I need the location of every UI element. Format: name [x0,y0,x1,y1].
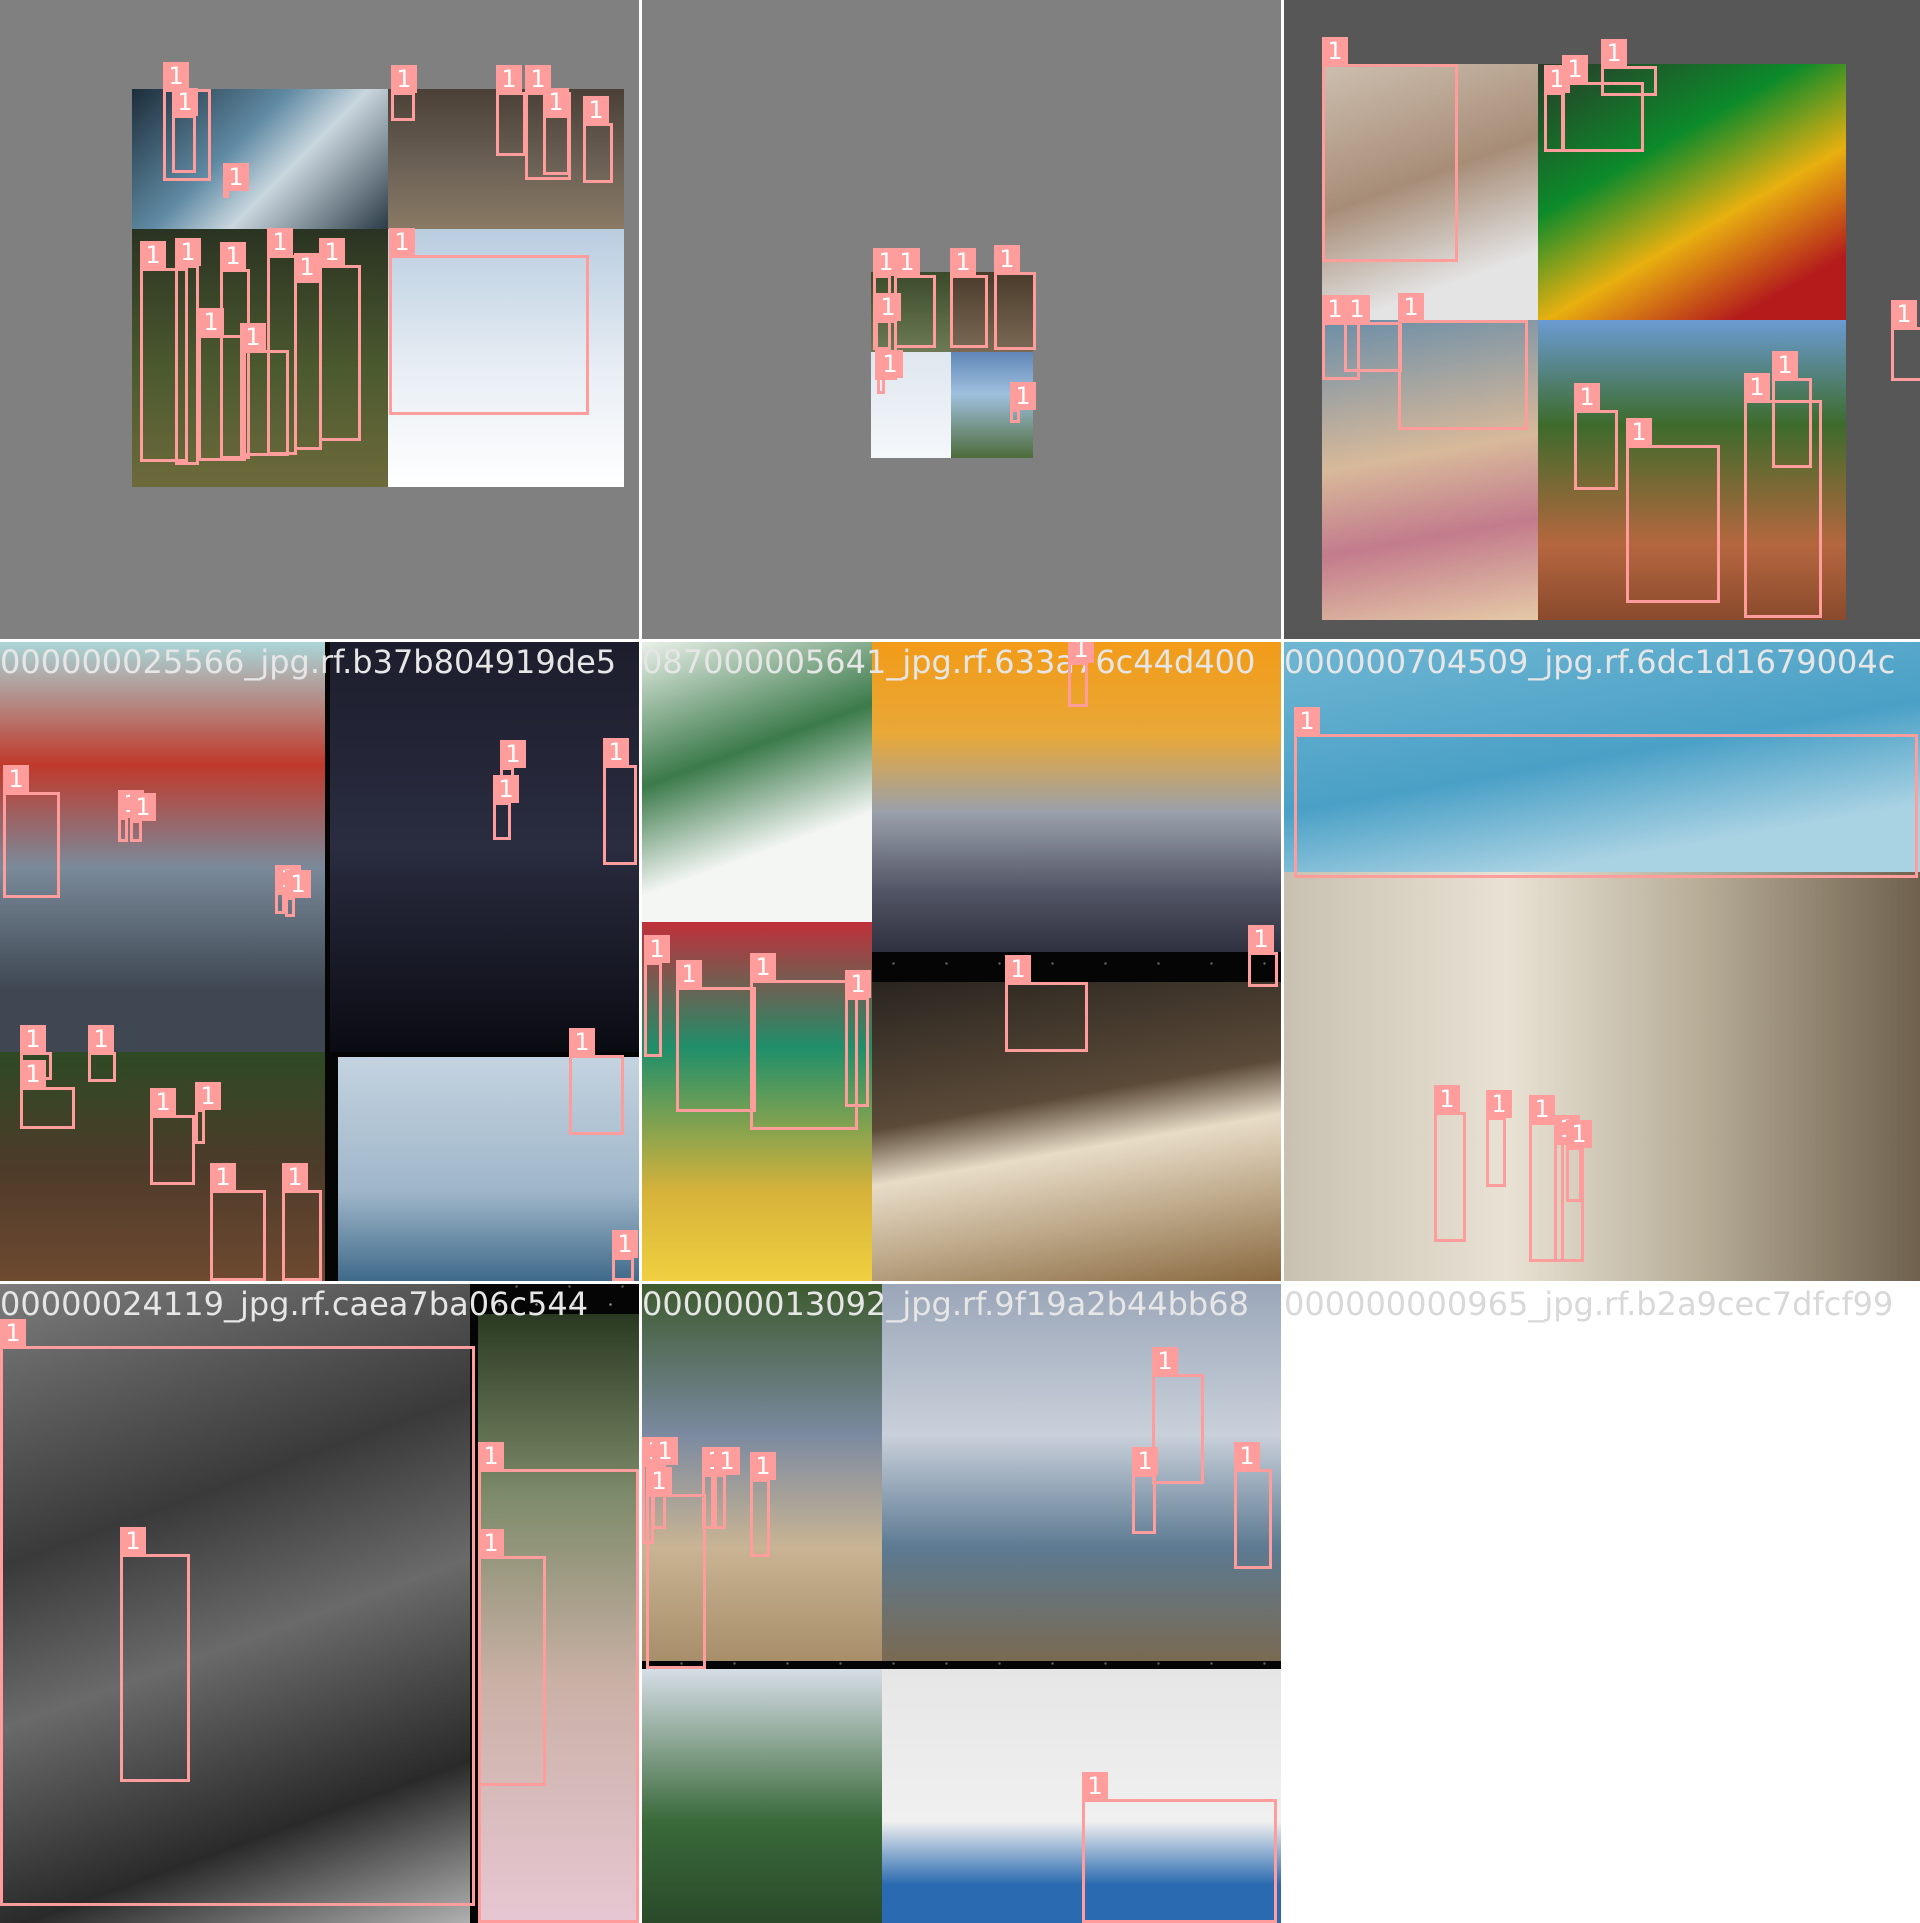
person-bbox: 1 [1544,65,1570,152]
tile-filename: 00000024119_jpg.rf.caea7ba06c544 [0,1285,589,1323]
tile-filename: 000000704509_jpg.rf.6dc1d1679004c [1284,643,1896,681]
person-bbox: 1 [175,238,201,465]
person-bbox: 1 [210,1163,266,1281]
tile-5: 087000005641_jpg.rf.633a76c44d400 1 1 1 … [642,642,1281,1281]
person-bbox: 1 [543,88,570,175]
person-bbox: 1 [118,790,144,842]
person-bbox: 1 [1891,300,1920,381]
person-bbox: 1 [646,1467,706,1669]
person-bbox: 1 [1344,295,1402,372]
tile-filename: 000000013092_jpg.rf.9f19a2b44bb68 [642,1285,1249,1323]
person-bbox: 1 [1068,642,1094,707]
person-bbox: 1 [150,1088,195,1185]
person-bbox: 1 [389,228,589,415]
mosaic-grid: { "tiles": [ {"id":"t1","name":""}, {"id… [0,0,1920,1923]
person-bbox: 1 [644,935,670,1057]
tile-3: 1 1 1 1 1 1 1 1 1 1 1 1 [1284,0,1920,639]
person-bbox: 1 [1601,39,1657,96]
person-bbox: 1 [285,870,311,917]
person-bbox: 1 [240,323,289,456]
person-bbox: 1 [195,1082,221,1144]
person-bbox: 1 [1234,1442,1272,1569]
tile-7: 00000024119_jpg.rf.caea7ba06c544 1 1 1 1 [0,1284,639,1923]
person-bbox: 1 [1398,293,1528,430]
person-bbox: 1 [950,248,988,348]
person-bbox: 1 [1132,1447,1158,1534]
person-bbox: 1 [88,1025,116,1082]
person-bbox: 1 [3,765,60,898]
person-bbox: 1 [275,865,301,914]
person-bbox: 1 [1152,1347,1204,1484]
person-bbox: 1 [20,1060,75,1129]
person-bbox: 1 [1248,925,1278,987]
person-bbox: 1 [1005,955,1088,1052]
photo-sailboat [882,1284,1281,1661]
person-bbox: 1 [391,65,417,121]
person-bbox: 1 [1626,418,1720,603]
person-bbox: 1 [877,350,903,394]
person-bbox: 1 [1574,383,1618,490]
tile-filename: 087000005641_jpg.rf.633a76c44d400 [642,643,1256,681]
person-bbox: 1 [569,1028,624,1135]
photo-green-wave [642,642,872,922]
person-bbox: 1 [282,1163,322,1281]
person-bbox: 1 [493,775,519,840]
person-bbox: 1 [750,953,858,1130]
person-bbox: 1 [1294,707,1918,878]
photo-tunnel [330,642,639,1052]
grid-divider [639,0,642,1920]
person-bbox: 1 [172,88,198,173]
person-bbox: 1 [750,1452,776,1557]
person-bbox: 1 [130,793,156,842]
person-bbox: 1 [1772,351,1812,468]
tile-9: 000000000965_jpg.rf.b2a9cec7dfcf99 [1284,1284,1920,1923]
tile-2: 1 1 1 1 1 1 1 [642,0,1281,639]
grid-divider [0,1281,1920,1284]
person-bbox: 1 [1486,1090,1512,1187]
person-bbox: 1 [845,970,871,1107]
grid-divider [1281,0,1284,1920]
tile-8: 000000013092_jpg.rf.9f19a2b44bb68 1 1 1 … [642,1284,1281,1923]
person-bbox: 1 [0,1319,475,1906]
tile-6: 000000704509_jpg.rf.6dc1d1679004c 1 1 1 … [1284,642,1920,1281]
person-bbox: 1 [1322,37,1458,262]
person-bbox: 1 [1434,1085,1466,1242]
person-bbox: 1 [583,96,613,183]
person-bbox: 1 [603,738,637,865]
photo-blurred-street [1284,872,1920,1281]
person-bbox: 1 [478,1529,546,1786]
photo-trees [642,1669,882,1923]
person-bbox: 1 [1566,1120,1592,1202]
person-bbox: 1 [676,960,756,1112]
person-bbox: 1 [702,1447,728,1529]
person-bbox: 1 [198,308,246,461]
person-bbox: 1 [223,163,249,198]
grid-divider [0,639,1920,642]
person-bbox: 1 [994,245,1036,350]
person-bbox: 1 [294,253,322,450]
tile-filename: 000000000965_jpg.rf.b2a9cec7dfcf99 [1284,1285,1894,1323]
tile-1: 1 1 1 1 1 1 1 1 1 1 1 1 1 1 1 1 1 [0,0,639,639]
tile-filename: 000000025566_jpg.rf.b37b804919de5 [0,643,617,681]
person-bbox: 1 [496,65,526,156]
person-bbox: 1 [612,1230,638,1281]
person-bbox: 1 [714,1447,740,1529]
person-bbox: 1 [120,1527,190,1782]
person-bbox: 1 [319,238,361,441]
person-bbox: 1 [1082,1772,1277,1923]
tile-4: 000000025566_jpg.rf.b37b804919de5 1 1 1 … [0,642,639,1281]
person-bbox: 1 [1010,382,1036,423]
